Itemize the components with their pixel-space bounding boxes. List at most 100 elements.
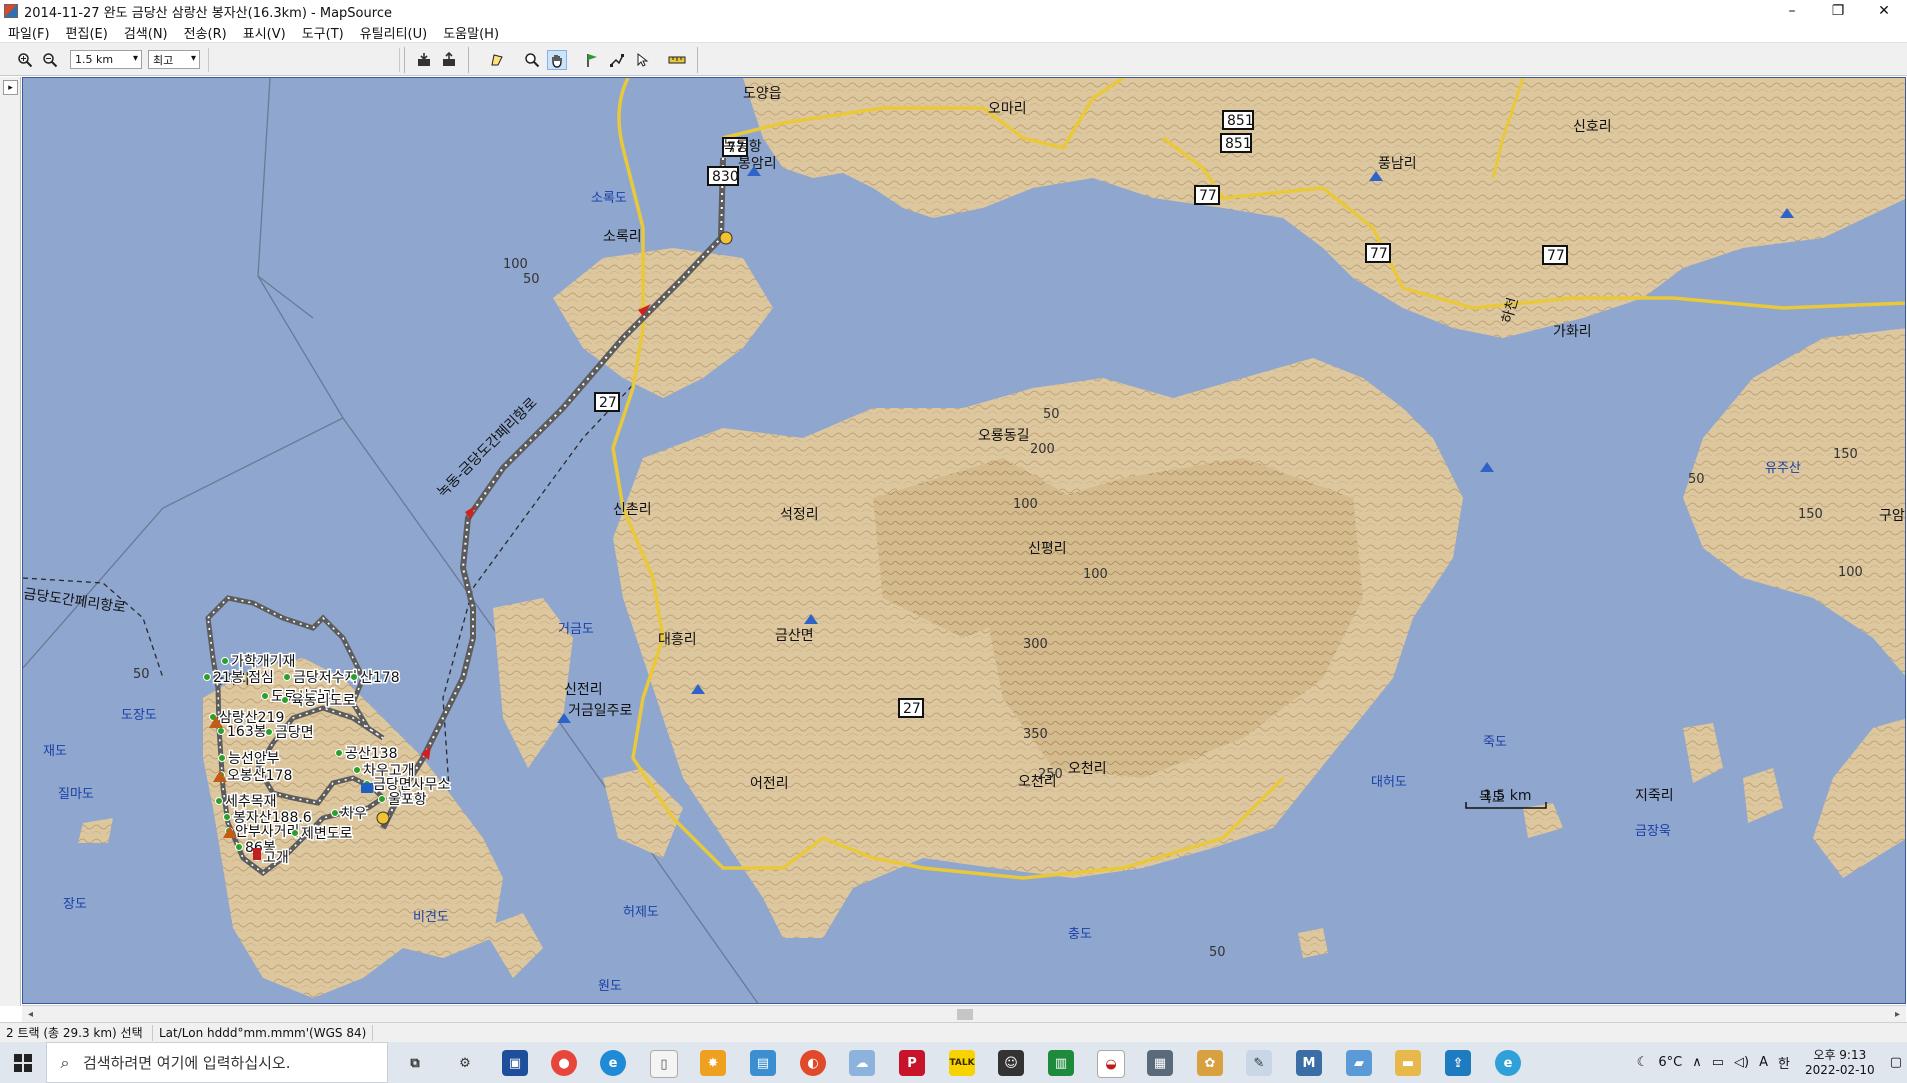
map-place-label: 오마리: [988, 101, 1027, 117]
selection-status: 2 트랙 (총 29.3 km) 선택: [0, 1024, 153, 1041]
map-place-label: 허제도: [623, 905, 659, 920]
selection-tool-icon[interactable]: [487, 50, 507, 70]
clock[interactable]: 오후 9:13 2022-02-10: [1805, 1048, 1875, 1078]
menu-help[interactable]: 도움말(H): [435, 23, 507, 42]
mapsource-taskbar-icon[interactable]: M: [1296, 1050, 1322, 1076]
waypoint-marker[interactable]: [265, 728, 273, 736]
zoom-scale-select[interactable]: 1.5 km ▾: [70, 50, 142, 69]
topo-map: 778308518517777 772727 도양읍오마리녹동항봉암리소록도소록리…: [23, 78, 1905, 1003]
expand-panel-button[interactable]: ▸: [3, 80, 18, 95]
waypoint-marker[interactable]: [221, 657, 229, 665]
waypoint-marker[interactable]: [283, 673, 291, 681]
app-pen-icon[interactable]: ✎: [1246, 1050, 1272, 1076]
waypoint-marker[interactable]: [223, 813, 231, 821]
file-icon[interactable]: ▯: [650, 1050, 678, 1078]
waypoint-marker[interactable]: [261, 692, 269, 700]
toolbar-separator: [697, 47, 698, 73]
image-viewer-icon[interactable]: ▤: [750, 1050, 776, 1076]
kakaotalk-icon[interactable]: TALK: [949, 1050, 975, 1076]
ime-language[interactable]: A: [1759, 1055, 1768, 1070]
minimize-button[interactable]: –: [1769, 0, 1815, 22]
waypoint-marker[interactable]: [203, 673, 211, 681]
route-shield: 27: [898, 698, 924, 718]
measure-distance-icon[interactable]: [667, 50, 687, 70]
spreadsheet-icon[interactable]: ▥: [1048, 1050, 1074, 1076]
internet-explorer-icon[interactable]: e: [1495, 1050, 1521, 1076]
weather-moon-icon: ☾: [1636, 1055, 1649, 1070]
detail-level-select[interactable]: 최고 ▾: [148, 50, 200, 69]
waypoint-label: 가학개기재: [231, 654, 295, 670]
map-horizontal-scrollbar[interactable]: ◂ ▸: [22, 1005, 1906, 1022]
app-red-icon[interactable]: ◐: [800, 1050, 826, 1076]
waypoint-label: 오봉산178: [227, 768, 292, 784]
chevron-down-icon: ▾: [132, 53, 138, 64]
menu-edit[interactable]: 편집(E): [58, 23, 116, 42]
settings-gear-icon[interactable]: ⚙: [452, 1050, 478, 1076]
network-icon[interactable]: ▭: [1712, 1055, 1724, 1070]
menu-utilities[interactable]: 유틸리티(U): [352, 23, 436, 42]
volume-icon[interactable]: ◁): [1734, 1055, 1749, 1070]
menu-view[interactable]: 표시(V): [235, 23, 294, 42]
send-to-device-icon[interactable]: [439, 50, 459, 70]
zoom-in-icon[interactable]: [15, 50, 35, 70]
waypoint-marker[interactable]: [281, 696, 289, 704]
chevron-up-icon[interactable]: ∧: [1692, 1055, 1702, 1070]
contour-elevation-label: 100: [503, 257, 528, 272]
waypoint-label: 육동리도로: [291, 693, 356, 709]
contour-elevation-label: 300: [1023, 637, 1048, 652]
map-place-label: 가화리: [1553, 324, 1592, 340]
detail-level-value: 최고: [153, 53, 174, 67]
pointer-select-icon[interactable]: [632, 50, 652, 70]
chrome-icon[interactable]: ●: [551, 1050, 577, 1076]
map-canvas[interactable]: 77 830 851 851 77 77 77 27 27 도양읍 오마리 녹동항 봉암리 소록도 소록리…: [22, 77, 1906, 1004]
task-view-icon[interactable]: ⧉: [402, 1050, 428, 1076]
file-explorer-icon[interactable]: ▬: [1395, 1050, 1421, 1076]
restore-button[interactable]: ❐: [1815, 0, 1861, 22]
contour-elevation-label: 350: [1023, 727, 1048, 742]
waypoint-marker[interactable]: [235, 843, 243, 851]
menu-find[interactable]: 검색(N): [116, 23, 176, 42]
taskbar-search-box[interactable]: ⌕ 검색하려면 여기에 입력하십시오.: [46, 1042, 388, 1083]
calculator-icon[interactable]: ▦: [1147, 1050, 1173, 1076]
waypoint-label: 금당면: [275, 725, 314, 741]
ime-mode[interactable]: 한: [1778, 1053, 1790, 1072]
waypoint-marker[interactable]: [218, 754, 226, 762]
app-bird-icon[interactable]: ✿: [1197, 1050, 1223, 1076]
zoom-tool-icon[interactable]: [522, 50, 542, 70]
contour-elevation-label: 100: [1083, 567, 1108, 582]
app-p-icon[interactable]: P: [899, 1050, 925, 1076]
waypoint-marker[interactable]: [215, 797, 223, 805]
waypoint-marker[interactable]: [335, 749, 343, 757]
waypoint-flag-icon[interactable]: [582, 50, 602, 70]
edge-icon[interactable]: e: [600, 1050, 626, 1076]
app-cloud-icon[interactable]: ☁: [849, 1050, 875, 1076]
notifications-icon[interactable]: ▢: [1890, 1055, 1902, 1070]
scroll-thumb[interactable]: [957, 1009, 973, 1020]
scroll-left-icon[interactable]: ◂: [22, 1006, 39, 1022]
zoom-out-icon[interactable]: [40, 50, 60, 70]
toolbar-empty-field: [208, 48, 400, 72]
app-flag-icon[interactable]: ◒: [1097, 1050, 1125, 1078]
app-star-icon[interactable]: ✸: [700, 1050, 726, 1076]
waypoint-marker[interactable]: [378, 795, 386, 803]
hand-pan-tool-icon[interactable]: [547, 50, 567, 70]
waypoint-label: 163봉: [227, 724, 267, 740]
app-face-icon[interactable]: ☺: [998, 1050, 1024, 1076]
app-phone-icon[interactable]: ⇪: [1445, 1050, 1471, 1076]
start-button[interactable]: [0, 1042, 46, 1083]
waypoint-marker[interactable]: [350, 673, 358, 681]
waypoint-marker[interactable]: [291, 829, 299, 837]
waypoint-marker[interactable]: [353, 766, 361, 774]
menu-tools[interactable]: 도구(T): [294, 23, 352, 42]
menu-file[interactable]: 파일(F): [0, 23, 58, 42]
waypoint-marker[interactable]: [217, 727, 225, 735]
menu-transfer[interactable]: 전송(R): [176, 23, 235, 42]
close-button[interactable]: ✕: [1861, 0, 1907, 22]
route-tool-icon[interactable]: [607, 50, 627, 70]
route-shield: 77: [1194, 185, 1220, 205]
store-icon[interactable]: ▣: [502, 1050, 528, 1076]
receive-from-device-icon[interactable]: [414, 50, 434, 70]
app-book-icon[interactable]: ▰: [1346, 1050, 1372, 1076]
waypoint-marker[interactable]: [331, 809, 339, 817]
scroll-right-icon[interactable]: ▸: [1889, 1006, 1906, 1022]
